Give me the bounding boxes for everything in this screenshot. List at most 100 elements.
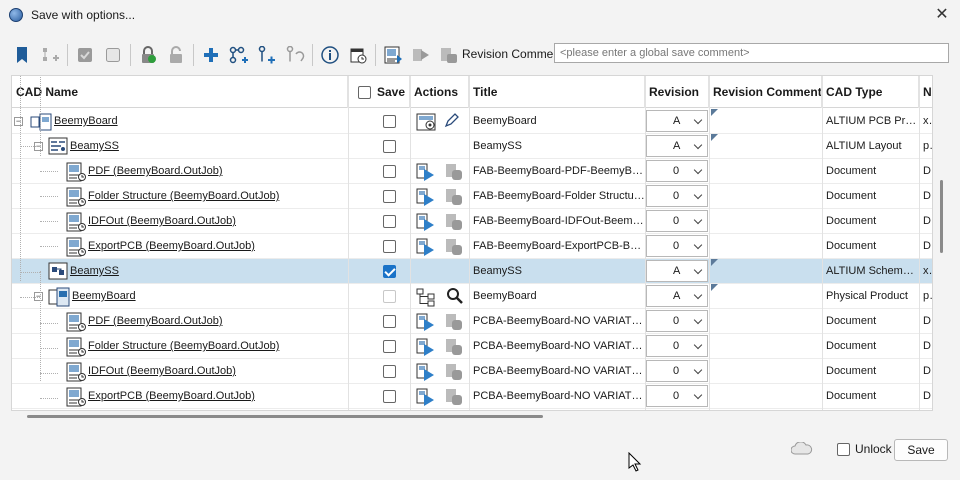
- release-stack-icon[interactable]: [444, 337, 462, 355]
- save-checkbox[interactable]: [383, 190, 396, 203]
- checkbox-empty-icon[interactable]: [103, 45, 123, 65]
- cad-name-link[interactable]: BeemyBoard: [54, 109, 118, 134]
- info-icon[interactable]: [320, 45, 340, 65]
- revision-select[interactable]: A: [646, 110, 708, 132]
- search-icon[interactable]: [446, 287, 464, 305]
- checkbox-checked-icon[interactable]: [75, 45, 95, 65]
- release-stack-icon[interactable]: [444, 212, 462, 230]
- run-outjob-icon[interactable]: [416, 187, 434, 206]
- table-row[interactable]: −BeamySSBeamySSAALTIUM Layoutpro: [12, 134, 932, 159]
- cad-name-link[interactable]: IDFOut (BeemyBoard.OutJob): [88, 209, 236, 234]
- table-row[interactable]: PDF (BeemyBoard.OutJob) PCBA-BeemyBoard-N…: [12, 309, 932, 334]
- cad-name-link[interactable]: PDF (BeemyBoard.OutJob): [88, 159, 223, 184]
- add-icon[interactable]: [201, 45, 221, 65]
- save-checkbox[interactable]: [383, 290, 396, 303]
- cad-name-link[interactable]: Folder Structure (BeemyBoard.OutJob): [88, 184, 279, 209]
- close-button[interactable]: ✕: [932, 5, 952, 25]
- unlock-box[interactable]: [837, 442, 850, 456]
- lock-icon[interactable]: [138, 45, 158, 65]
- table-row[interactable]: PDF (BeemyBoard.OutJob) FAB-BeemyBoard-PD…: [12, 159, 932, 184]
- header-title[interactable]: Title: [469, 76, 645, 108]
- save-checkbox[interactable]: [383, 265, 396, 278]
- revision-select[interactable]: 0: [646, 185, 708, 207]
- save-checkbox[interactable]: [383, 140, 396, 153]
- vertical-scrollbar[interactable]: [940, 180, 943, 253]
- bookmark-icon[interactable]: [12, 45, 32, 65]
- cad-name-link[interactable]: Folder Structure (BeemyBoard.OutJob): [88, 334, 279, 359]
- release-stack-icon[interactable]: [444, 187, 462, 205]
- header-cad-name[interactable]: CAD Name: [12, 76, 348, 108]
- cad-name-link[interactable]: BeamySS: [70, 259, 119, 284]
- select-all-checkbox[interactable]: [358, 86, 371, 100]
- cad-name-link[interactable]: ExportPCB (BeemyBoard.OutJob): [88, 234, 255, 259]
- save-checkbox[interactable]: [383, 115, 396, 128]
- header-revision-comment[interactable]: Revision Comment: [709, 76, 822, 108]
- run-outjob-icon[interactable]: [416, 312, 434, 331]
- release-stack-icon[interactable]: [444, 237, 462, 255]
- table-row[interactable]: IDFOut (BeemyBoard.OutJob) FAB-BeemyBoard…: [12, 209, 932, 234]
- unlock-icon[interactable]: [166, 45, 186, 65]
- revision-select[interactable]: 0: [646, 160, 708, 182]
- revision-select[interactable]: 0: [646, 360, 708, 382]
- table-row[interactable]: ExportPCB (BeemyBoard.OutJob) FAB-BeemyBo…: [12, 234, 932, 259]
- save-button[interactable]: Save: [894, 439, 948, 461]
- table-row[interactable]: ExportPCB (BeemyBoard.OutJob) PCBA-BeemyB…: [12, 384, 932, 409]
- revision-select[interactable]: A: [646, 285, 708, 307]
- table-row[interactable]: − BeemyBoard BeemyBoard A ALTIUM PCB Project…: [12, 109, 932, 134]
- node-add-icon[interactable]: [257, 45, 277, 65]
- tree-add-icon[interactable]: [229, 45, 249, 65]
- hierarchy-add-icon[interactable]: [40, 45, 60, 65]
- edit-pencil-icon[interactable]: [444, 112, 462, 130]
- revision-select[interactable]: A: [646, 135, 708, 157]
- outjob-icon[interactable]: [383, 45, 403, 65]
- revision-select[interactable]: 0: [646, 235, 708, 257]
- revision-select[interactable]: 0: [646, 310, 708, 332]
- header-next-column[interactable]: Na: [919, 76, 932, 108]
- run-outjob-icon[interactable]: [416, 237, 434, 256]
- save-checkbox[interactable]: [383, 315, 396, 328]
- release-stack-icon[interactable]: [444, 162, 462, 180]
- revision-select[interactable]: 0: [646, 335, 708, 357]
- cad-name-link[interactable]: PDF (BeemyBoard.OutJob): [88, 309, 223, 334]
- save-checkbox[interactable]: [383, 365, 396, 378]
- cad-name-link[interactable]: ExportPCB (BeemyBoard.OutJob): [88, 384, 255, 409]
- save-checkbox[interactable]: [383, 340, 396, 353]
- run-outjob-icon[interactable]: [416, 387, 434, 406]
- revision-comment-input[interactable]: [554, 43, 949, 63]
- header-actions[interactable]: Actions: [410, 76, 469, 108]
- save-checkbox[interactable]: [383, 165, 396, 178]
- release-stack-icon[interactable]: [444, 362, 462, 380]
- structure-tree-icon[interactable]: [416, 287, 438, 307]
- save-checkbox[interactable]: [383, 215, 396, 228]
- run-outjob-icon[interactable]: [416, 337, 434, 356]
- document-stack-icon[interactable]: [439, 45, 459, 65]
- horizontal-scrollbar[interactable]: [27, 415, 543, 418]
- run-outjob-icon[interactable]: [416, 362, 434, 381]
- run-outjob-icon[interactable]: [416, 162, 434, 181]
- table-row[interactable]: IDFOut (BeemyBoard.OutJob) PCBA-BeemyBoar…: [12, 359, 932, 384]
- revision-select[interactable]: A: [646, 260, 708, 282]
- save-checkbox[interactable]: [383, 240, 396, 253]
- project-view-icon[interactable]: [416, 112, 438, 131]
- cad-name-link[interactable]: BeemyBoard: [72, 284, 136, 309]
- cad-name-link[interactable]: IDFOut (BeemyBoard.OutJob): [88, 359, 236, 384]
- unlock-checkbox[interactable]: Unlock: [837, 442, 892, 456]
- table-row[interactable]: Folder Structure (BeemyBoard.OutJob) FAB-…: [12, 184, 932, 209]
- table-row[interactable]: − BeemyBoard BeemyBoard A Physical Product pr…: [12, 284, 932, 309]
- table-row[interactable]: BeamySS BeamySS A ALTIUM Schematic xca: [12, 259, 932, 284]
- play-icon[interactable]: [411, 45, 431, 65]
- release-stack-icon[interactable]: [444, 312, 462, 330]
- revision-select[interactable]: 0: [646, 385, 708, 407]
- table-row[interactable]: Folder Structure (BeemyBoard.OutJob) PCBA…: [12, 334, 932, 359]
- revision-select[interactable]: 0: [646, 210, 708, 232]
- calendar-icon[interactable]: [348, 45, 368, 65]
- save-checkbox[interactable]: [383, 390, 396, 403]
- run-outjob-icon[interactable]: [416, 212, 434, 231]
- header-cad-type[interactable]: CAD Type: [822, 76, 919, 108]
- tree-expander[interactable]: −: [14, 117, 23, 126]
- header-revision[interactable]: Revision: [645, 76, 709, 108]
- undo-branch-icon[interactable]: [285, 45, 305, 65]
- header-save[interactable]: Save: [348, 76, 410, 108]
- cad-name-link[interactable]: BeamySS: [70, 134, 119, 159]
- release-stack-icon[interactable]: [444, 387, 462, 405]
